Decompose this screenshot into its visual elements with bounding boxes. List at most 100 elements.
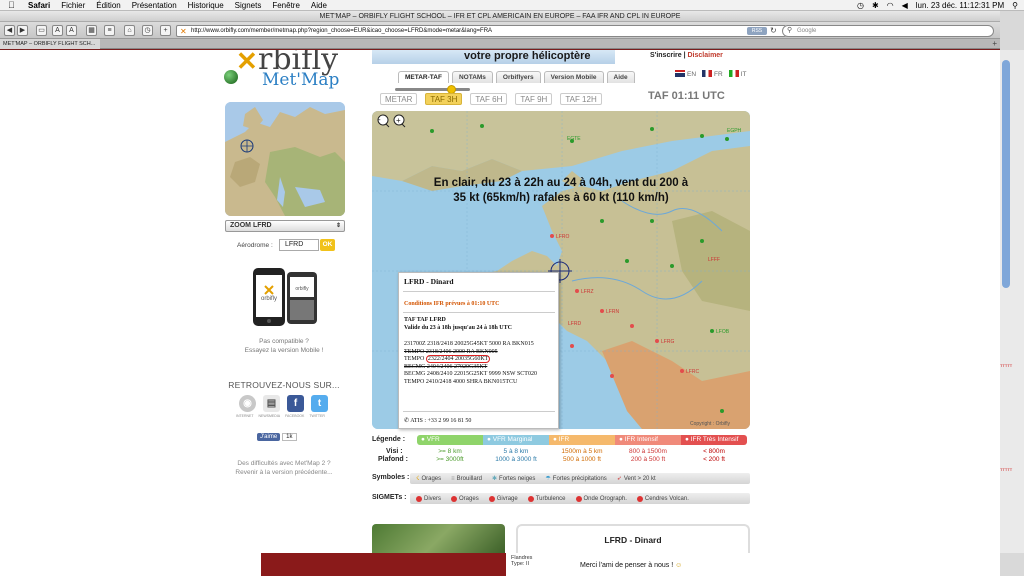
taf-3h-button[interactable]: TAF 3H	[425, 93, 463, 105]
text-larger-icon[interactable]: A	[66, 25, 77, 36]
social-label: NEWSMEDIA	[258, 414, 281, 418]
home-icon[interactable]: ⌂	[124, 25, 135, 36]
sigmet-ash-icon	[636, 495, 643, 502]
map-label: LFOB	[716, 329, 730, 335]
like-button[interactable]: J'aime	[257, 433, 281, 441]
browser-tab[interactable]: MET'MAP – ORBIFLY FLIGHT SCH...	[0, 39, 100, 49]
zoom-in-icon[interactable]	[390, 113, 404, 127]
zoom-out-icon[interactable]	[374, 113, 388, 127]
window-title: MET'MAP – ORBIFLY FLIGHT SCHOOL – IFR ET…	[0, 11, 1000, 22]
rss-button[interactable]: RSS	[747, 27, 767, 35]
popup-warning: Conditions IFR prévues à 01:10 UTC	[404, 301, 500, 307]
taf-line: 231700Z 2318/2418 20025G45KT 5000 RA BKN…	[404, 341, 534, 347]
symbol-neiges: ✱ Fortes neiges	[492, 475, 535, 483]
zoom-select[interactable]: ZOOM LFRD ⇕	[225, 220, 345, 232]
map-copyright: Copyright : Orbifly	[690, 421, 731, 427]
search-input[interactable]: ⚲ Google	[782, 25, 994, 37]
internet-icon[interactable]: ◉	[239, 395, 256, 412]
legend-cat-name: VFR Marginal	[492, 436, 533, 443]
orbifly-logo[interactable]: ✕ rbifly Met'Map	[222, 50, 344, 92]
map-label: LFRO	[556, 234, 569, 240]
menu-fenetre[interactable]: Fenêtre	[272, 0, 300, 11]
taf-12h-button[interactable]: TAF 12H	[560, 93, 602, 105]
legend-vfr: ● VFR	[417, 435, 483, 445]
history-icon[interactable]: ◷	[142, 25, 153, 36]
lang-fr[interactable]: FR	[702, 70, 723, 78]
volume-icon[interactable]: ◀	[902, 0, 908, 11]
sidebar-icon[interactable]: ≡	[104, 25, 115, 36]
tab-metar-taf[interactable]: METAR-TAF	[398, 71, 449, 83]
legend-cat-name: IFR Intensif	[624, 436, 658, 443]
sigmet-turbulence: Turbulence	[527, 495, 566, 502]
menu-safari[interactable]: Safari	[28, 0, 50, 11]
background-message: Merci l'ami de penser à nous ! ☺	[580, 562, 682, 569]
taf-metar-button[interactable]: METAR	[380, 93, 418, 105]
taf-circled-segment: 2322/2404 20035G60KT	[425, 355, 491, 363]
social-label: TWITTER	[309, 414, 325, 418]
banner-text: votre propre hélicoptère	[464, 50, 591, 62]
legend-visi-vfr: >= 8 km	[438, 448, 462, 455]
signup-link[interactable]: S'inscrire	[650, 52, 682, 59]
rain-icon: ☂	[545, 476, 551, 482]
popup-taf-header: TAF TAF LFRD Valide du 23 à 18h jusqu'au…	[404, 317, 512, 332]
tab-mobile[interactable]: Version Mobile	[543, 71, 604, 83]
aerodrome-input[interactable]: LFRD	[279, 239, 319, 251]
wifi-icon[interactable]: ◠	[887, 0, 894, 11]
clock-icon[interactable]: ◷	[857, 0, 864, 11]
like-count: 1k	[282, 433, 297, 441]
mobile-phones-image[interactable]: orbifly orbifly	[251, 266, 321, 328]
scrollbar-thumb[interactable]	[1002, 60, 1010, 288]
back-icon[interactable]: ◀	[4, 25, 15, 36]
sigmet-cendres: Cendres Volcan.	[636, 495, 689, 502]
svg-text:orbifly: orbifly	[295, 286, 309, 292]
taf-9h-button[interactable]: TAF 9H	[515, 93, 553, 105]
spotlight-icon[interactable]: ⚲	[1012, 0, 1018, 11]
lang-en[interactable]: EN	[675, 70, 696, 78]
reload-icon[interactable]: ↻	[770, 26, 777, 35]
tab-orbiflyers[interactable]: Orbiflyers	[495, 71, 541, 83]
text-smaller-icon[interactable]: A	[52, 25, 63, 36]
new-tab-icon[interactable]: +	[992, 39, 997, 49]
tab-aide[interactable]: Aide	[606, 71, 635, 83]
lang-it[interactable]: IT	[728, 70, 746, 78]
menu-clock[interactable]: lun. 23 déc. 11:12:31 PM	[916, 0, 1004, 11]
zoom-select-value: ZOOM LFRD	[230, 222, 272, 229]
menu-bar:  Safari Fichier Édition Présentation Hi…	[0, 0, 1024, 11]
aerodrome-ok-button[interactable]: OK	[320, 239, 335, 251]
newsmedia-icon[interactable]: ▤	[263, 395, 280, 412]
address-bar[interactable]: ✕ http://www.orbifly.com/member/metmap.p…	[176, 25, 786, 37]
menu-fichier[interactable]: Fichier	[61, 0, 85, 11]
apple-menu-icon[interactable]: 	[8, 0, 15, 11]
side-mini-1: TTTTT	[1000, 363, 1013, 368]
menu-historique[interactable]: Historique	[188, 0, 224, 11]
facebook-icon[interactable]: f	[287, 395, 304, 412]
legend-visi-mvfr: 5 à 8 km	[503, 448, 529, 455]
legend-plafond-ifr: 500 à 1000 ft	[563, 456, 601, 463]
menu-presentation[interactable]: Présentation	[132, 0, 177, 11]
menu-edition[interactable]: Édition	[96, 0, 120, 11]
europe-mini-map[interactable]	[225, 102, 345, 216]
grid-icon[interactable]: ▦	[86, 25, 97, 36]
menu-signets[interactable]: Signets	[235, 0, 262, 11]
compat-text[interactable]: Pas compatible ? Essayez la version Mobi…	[228, 337, 340, 355]
disclaimer-link[interactable]: Disclaimer	[688, 52, 723, 59]
sigmet-givrage: Givrage	[488, 495, 518, 502]
wind-icon: ➶	[616, 476, 622, 482]
satellite-thumbnail[interactable]	[372, 524, 505, 553]
tab-notams[interactable]: NOTAMs	[451, 71, 493, 83]
taf-6h-button[interactable]: TAF 6H	[470, 93, 508, 105]
legend-vfr-marginal: ● VFR Marginal	[483, 435, 549, 445]
legend-cat-name: VFR	[426, 436, 440, 443]
forward-icon[interactable]: ▶	[17, 25, 28, 36]
previous-version-link[interactable]: Des difficultés avec Met'Map 2 ? Revenir…	[226, 460, 342, 477]
add-bookmark-icon[interactable]: +	[160, 25, 171, 36]
menu-aide[interactable]: Aide	[311, 0, 327, 11]
popup-taf-title: TAF TAF LFRD	[404, 317, 446, 323]
bookmarks-icon[interactable]: ▭	[36, 25, 47, 36]
background-message-text: Merci l'ami de penser à nous !	[580, 562, 674, 569]
twitter-icon[interactable]: t	[311, 395, 328, 412]
time-slider-track[interactable]	[395, 88, 470, 91]
bluetooth-icon[interactable]: ✱	[872, 0, 879, 11]
ad-banner[interactable]: votre propre hélicoptère	[372, 50, 615, 64]
follow-us-heading: RETROUVEZ-NOUS SUR...	[228, 380, 340, 390]
